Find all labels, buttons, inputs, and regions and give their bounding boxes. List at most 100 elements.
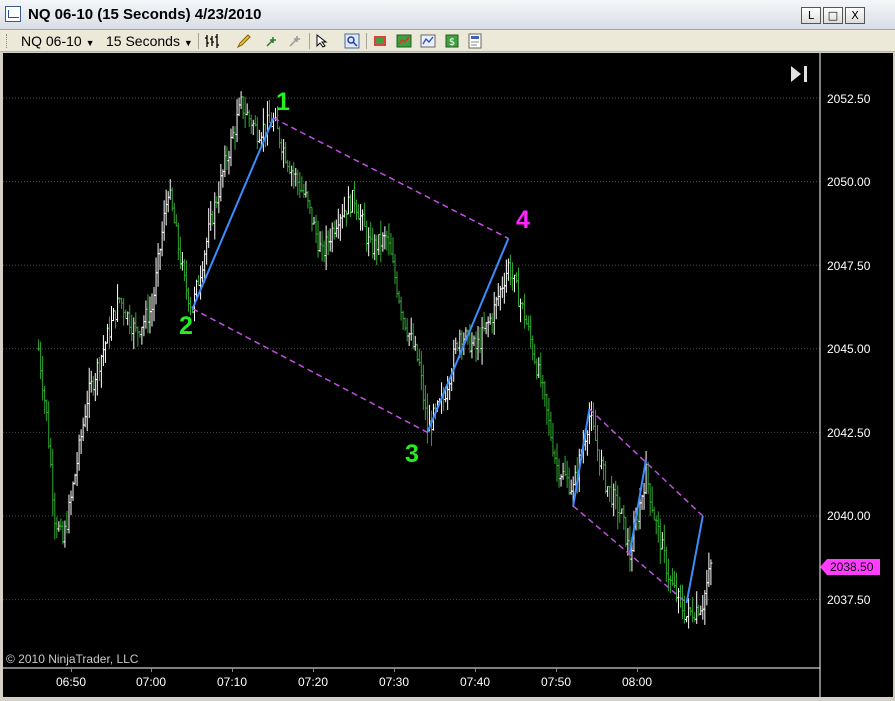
price-bar: [533, 343, 537, 365]
crosshair-icon[interactable]: [264, 33, 280, 49]
price-chart[interactable]: [3, 53, 893, 697]
price-bar: [405, 318, 409, 342]
instrument-selector[interactable]: NQ 06-10 ▼: [21, 33, 95, 49]
price-bar: [245, 103, 249, 116]
window-title-bar[interactable]: NQ 06-10 (15 Seconds) 4/23/2010 L □ X: [0, 0, 895, 30]
price-bar: [365, 220, 369, 252]
price-bar: [644, 450, 648, 494]
price-bar: [555, 443, 559, 482]
price-bar: [484, 322, 488, 335]
price-bar: [49, 437, 53, 468]
price-bar: [249, 114, 253, 134]
price-bar: [355, 199, 359, 221]
price-bar: [284, 142, 288, 164]
price-bar: [221, 169, 225, 188]
price-bar: [87, 367, 91, 418]
price-bar: [709, 559, 713, 586]
price-bar: [646, 461, 650, 495]
price-bar: [251, 119, 255, 136]
price-bar: [593, 409, 597, 442]
toolbar-separator: [309, 33, 310, 49]
price-bar: [470, 332, 474, 359]
price-bar: [506, 258, 510, 281]
select-icon[interactable]: [314, 33, 330, 49]
price-bar: [545, 393, 549, 425]
price-bar: [81, 417, 85, 442]
price-bar: [47, 401, 51, 449]
price-bar: [452, 339, 456, 382]
price-bar: [278, 126, 282, 149]
price-bar: [336, 208, 340, 239]
price-bar: [67, 494, 71, 534]
drawing-tools-icon[interactable]: [236, 33, 252, 49]
price-bar: [302, 183, 306, 198]
price-bar: [132, 317, 136, 350]
price-bar: [488, 313, 492, 325]
price-bar: [701, 594, 705, 620]
price-bar: [215, 196, 219, 209]
price-bar: [373, 234, 377, 261]
price-bar: [379, 220, 383, 263]
price-bar: [367, 227, 371, 257]
price-bar: [83, 404, 87, 428]
price-bar: [93, 373, 97, 402]
bar-style-icon[interactable]: [204, 33, 220, 49]
price-bar: [523, 293, 527, 329]
price-bar: [618, 496, 622, 524]
price-bar: [318, 231, 322, 253]
price-axis-label: 2047.50: [827, 259, 871, 273]
price-bar: [608, 486, 612, 502]
price-bar: [685, 616, 689, 623]
period-selector[interactable]: 15 Seconds ▼: [106, 33, 193, 49]
price-bar: [648, 483, 652, 516]
price-bar: [116, 284, 120, 323]
price-bar: [585, 430, 589, 456]
price-bar: [553, 449, 557, 464]
pan-icon[interactable]: [287, 33, 303, 49]
link-button[interactable]: L: [801, 7, 821, 24]
indicator-icon[interactable]: [396, 33, 412, 49]
toolbar-grip[interactable]: [6, 34, 10, 48]
price-bar: [399, 296, 403, 321]
maximize-button[interactable]: □: [823, 7, 843, 24]
price-bar: [99, 354, 103, 388]
price-bar: [124, 309, 128, 319]
price-bar: [385, 230, 389, 251]
chart-toolbar: NQ 06-10 ▼ 15 Seconds ▼ $: [0, 30, 895, 52]
price-bar: [267, 99, 271, 124]
price-bar: [330, 222, 334, 253]
price-bar: [227, 150, 231, 175]
price-bar: [79, 429, 83, 455]
price-bar: [241, 96, 245, 120]
price-bar: [346, 186, 350, 215]
price-bar: [429, 410, 433, 446]
price-bar: [531, 335, 535, 361]
close-button[interactable]: X: [845, 7, 865, 24]
price-bar: [494, 296, 498, 320]
wave-label-1: 1: [276, 88, 290, 116]
price-bar: [535, 358, 539, 380]
price-bar: [508, 254, 512, 285]
chart-properties-icon[interactable]: [420, 33, 436, 49]
price-bar: [265, 101, 269, 146]
time-axis-label: 07:40: [460, 675, 491, 689]
data-box-icon[interactable]: [467, 33, 483, 49]
price-bar: [326, 230, 330, 256]
price-bar: [353, 180, 356, 215]
price-bar: [300, 176, 304, 193]
price-bar: [541, 374, 545, 400]
price-axis-label: 2040.00: [827, 509, 871, 523]
price-bar: [154, 257, 158, 305]
zoom-icon[interactable]: [344, 33, 360, 49]
price-bar: [415, 343, 419, 362]
strategy-icon[interactable]: [372, 33, 388, 49]
price-bar: [213, 192, 217, 240]
price-bar: [225, 146, 229, 171]
price-bar: [282, 139, 286, 168]
money-icon[interactable]: $: [444, 33, 460, 49]
scroll-to-end-icon[interactable]: [789, 64, 811, 84]
price-bar: [397, 290, 401, 304]
price-bar: [65, 510, 69, 534]
price-bar: [201, 261, 205, 283]
price-bar: [624, 516, 628, 547]
